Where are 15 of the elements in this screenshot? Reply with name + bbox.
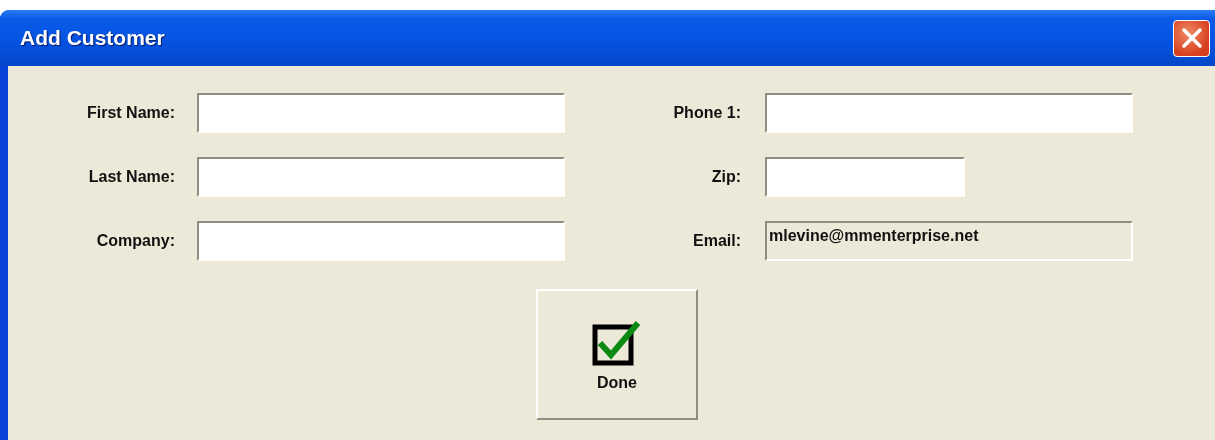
- field-label: Zip:: [711, 168, 741, 186]
- input-field[interactable]: [765, 157, 965, 197]
- input-field[interactable]: [197, 93, 565, 133]
- input-field[interactable]: [197, 157, 565, 197]
- input-field[interactable]: [197, 221, 565, 261]
- input-field[interactable]: [765, 93, 1133, 133]
- done-button[interactable]: Done: [536, 289, 698, 420]
- field-label: Last Name:: [88, 168, 175, 186]
- field-label: Company:: [96, 232, 175, 250]
- field-label: First Name:: [86, 104, 175, 122]
- field-label: Phone 1:: [673, 104, 741, 122]
- close-button[interactable]: [1173, 19, 1210, 57]
- window-title: Add Customer: [20, 26, 166, 50]
- close-icon: [1180, 27, 1203, 49]
- field-label: Email:: [693, 232, 741, 250]
